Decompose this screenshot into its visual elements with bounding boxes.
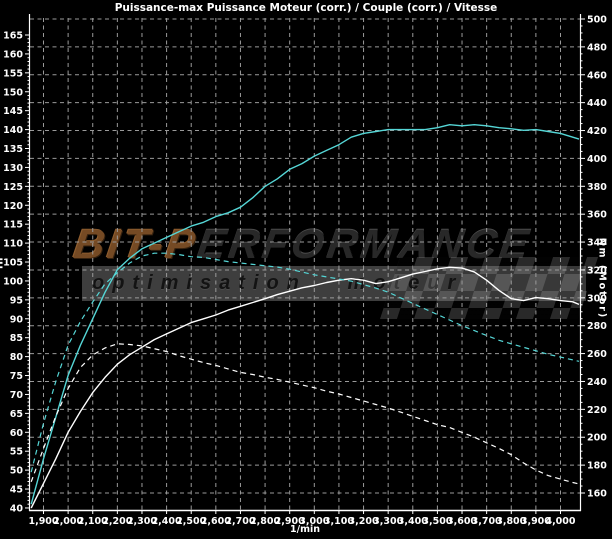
- left-axis-tick-label: 135: [3, 144, 23, 155]
- left-axis-tick-label: 130: [3, 163, 23, 174]
- curve-puissance-corr-optimisee: [31, 125, 579, 505]
- left-axis-tick-label: 150: [3, 87, 23, 98]
- left-axis-unit-label: HP: [0, 247, 8, 277]
- right-axis-tick-label: 440: [587, 98, 607, 109]
- left-axis-tick-label: 155: [3, 68, 23, 79]
- left-axis-tick-label: 100: [3, 276, 23, 287]
- right-axis-tick-label: 360: [587, 210, 607, 221]
- left-axis-tick-label: 145: [3, 106, 23, 117]
- right-axis-tick-label: 220: [587, 405, 607, 416]
- left-axis-tick-label: 115: [3, 220, 23, 231]
- left-axis-tick-label: 50: [10, 466, 24, 477]
- left-axis-tick-label: 165: [3, 31, 23, 42]
- right-axis-tick-label: 240: [587, 377, 607, 388]
- right-axis-tick-label: 160: [587, 488, 607, 499]
- left-axis-tick-label: 45: [10, 485, 23, 496]
- left-axis-tick-label: 85: [10, 333, 23, 344]
- left-axis-tick-label: 90: [10, 314, 24, 325]
- right-axis-unit-label: Nm (Motor): [595, 224, 608, 334]
- curve-puissance-corr-origine: [31, 267, 579, 508]
- dyno-chart-screenshot: BIT-PERFORMANCE optimisation moteur 4045…: [0, 0, 612, 539]
- right-axis-tick-label: 200: [587, 433, 607, 444]
- left-axis-tick-label: 55: [10, 447, 23, 458]
- left-axis-tick-label: 75: [10, 371, 23, 382]
- left-axis-tick-label: 80: [10, 352, 24, 363]
- right-axis-tick-label: 400: [587, 154, 607, 165]
- left-axis-tick-label: 160: [3, 49, 23, 60]
- curve-couple-corr-optimise: [31, 253, 579, 472]
- left-axis-tick-label: 140: [3, 125, 23, 136]
- right-axis-tick-label: 420: [587, 126, 607, 137]
- right-axis-tick-label: 480: [587, 42, 607, 53]
- dyno-chart-plot: 4045505560657075808590951001051101151201…: [0, 0, 612, 539]
- x-axis-unit-label: 1/min: [275, 524, 335, 535]
- left-axis-tick-label: 60: [10, 428, 24, 439]
- left-axis-tick-label: 125: [3, 182, 23, 193]
- right-axis-tick-label: 180: [587, 461, 607, 472]
- left-axis-tick-label: 70: [10, 390, 24, 401]
- chart-title: Puissance-max Puissance Moteur (corr.) /…: [0, 2, 612, 14]
- left-axis-tick-label: 40: [10, 503, 24, 514]
- x-axis-tick-label: 4,000: [545, 516, 575, 527]
- right-axis-tick-label: 500: [587, 15, 607, 26]
- right-axis-tick-label: 260: [587, 349, 607, 360]
- right-axis-tick-label: 460: [587, 70, 607, 81]
- left-axis-tick-label: 95: [10, 295, 23, 306]
- left-axis-tick-label: 65: [10, 409, 23, 420]
- left-axis-tick-label: 120: [3, 201, 23, 212]
- right-axis-tick-label: 380: [587, 182, 607, 193]
- curve-couple-corr-origine: [31, 344, 579, 484]
